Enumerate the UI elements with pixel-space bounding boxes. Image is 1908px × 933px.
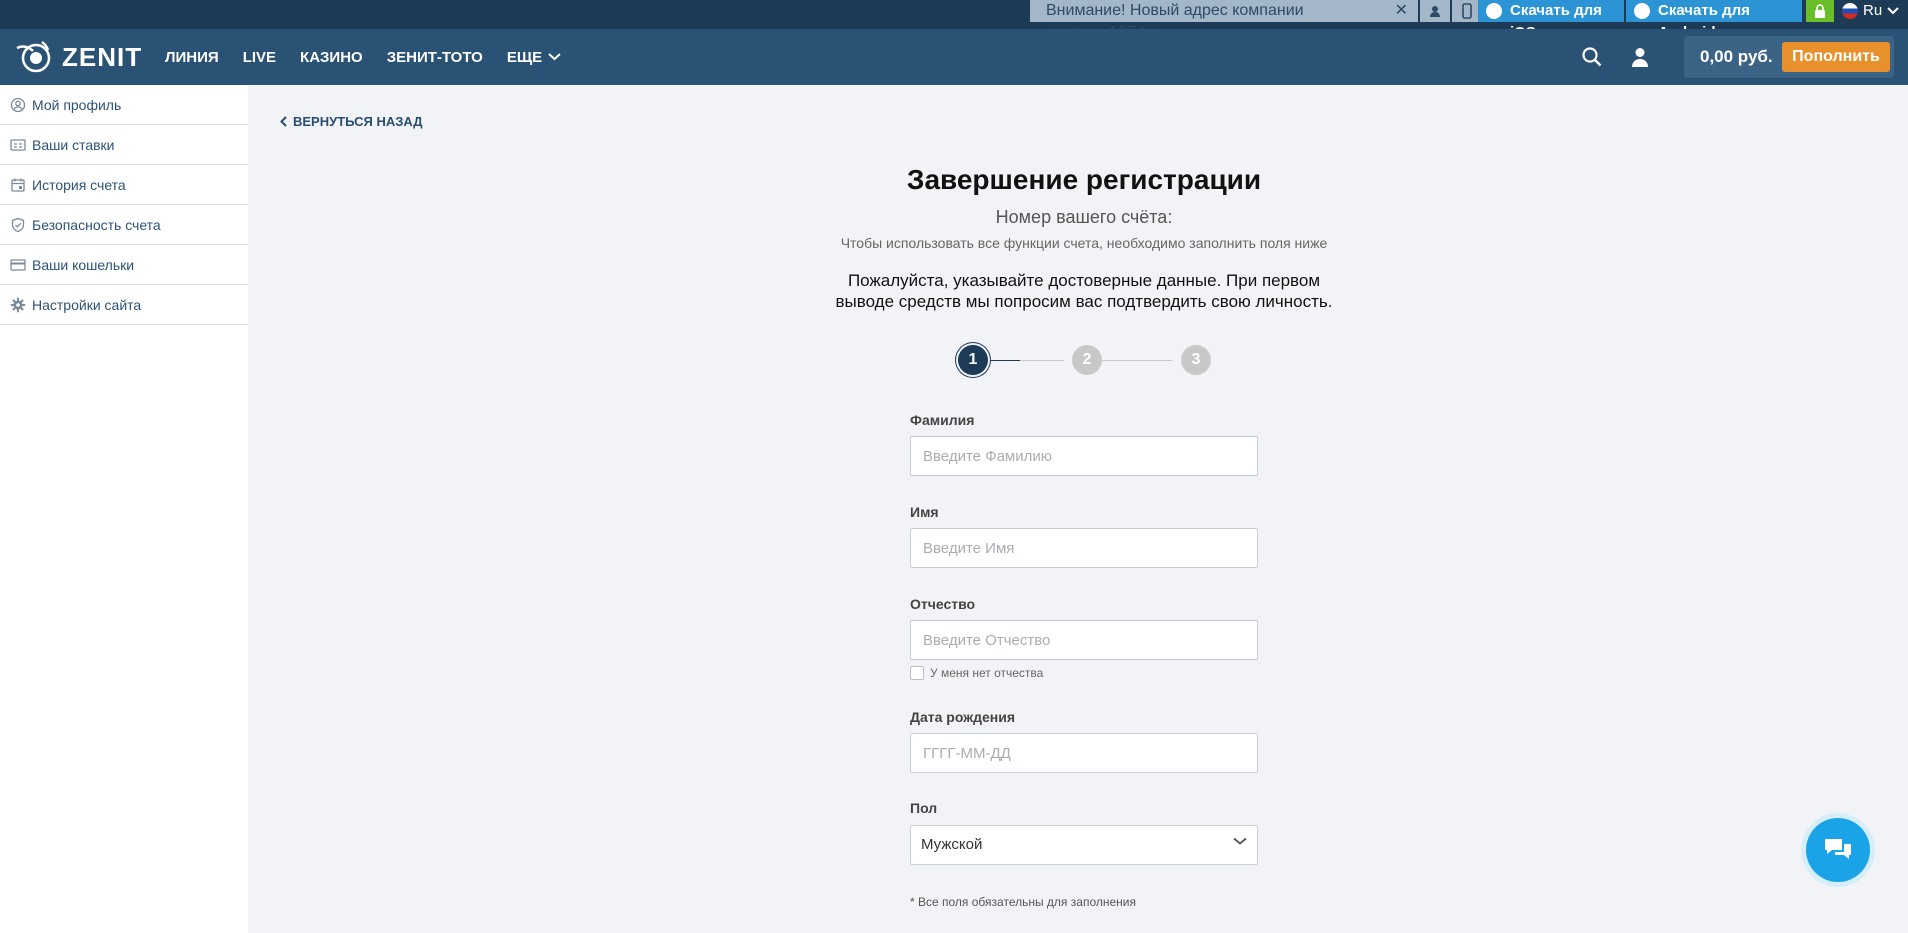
sidebar-item-label: История счета	[32, 176, 126, 193]
sidebar-item-label: Ваши ставки	[32, 136, 115, 153]
account-number-label: Номер вашего счёта:	[995, 207, 1173, 227]
sidebar-item-label: Ваши кошельки	[32, 256, 135, 273]
no-patronymic-label: У меня нет отчества	[930, 666, 1044, 680]
nav-live[interactable]: LIVE	[243, 49, 276, 66]
close-icon[interactable]: ✕	[1395, 0, 1408, 22]
shield-icon	[11, 217, 25, 232]
main-nav: ЛИНИЯ LIVE КАЗИНО ЗЕНИТ-ТОТО ЕЩЕ	[165, 29, 561, 85]
gender-select[interactable]: Мужской	[910, 825, 1258, 865]
no-patronymic-option[interactable]: У меня нет отчества	[910, 666, 1043, 680]
nav-zenit-toto[interactable]: ЗЕНИТ-ТОТО	[387, 49, 483, 66]
secure-lock-button[interactable]	[1806, 0, 1834, 22]
card-icon	[10, 258, 26, 271]
sidebar-item-label: Настройки сайта	[32, 296, 142, 313]
language-selector[interactable]: Ru	[1842, 0, 1899, 22]
search-icon[interactable]	[1580, 45, 1604, 69]
chevron-down-icon	[1887, 7, 1899, 15]
ticket-icon	[10, 138, 26, 151]
required-fields-note: * Все поля обязательны для заполнения	[910, 895, 1136, 909]
warning-text: Пожалуйста, указывайте достоверные данны…	[835, 271, 1333, 311]
profile-sidebar: Мой профиль Ваши ставки История счета Бе…	[0, 85, 248, 933]
phone-icon	[1462, 3, 1472, 19]
balance-panel: 0,00 руб. Пополнить	[1684, 36, 1894, 78]
zenit-ball-icon	[16, 40, 51, 73]
step-line	[1020, 360, 1064, 361]
registration-stepper: 1 2 3	[958, 345, 1212, 375]
birth-date-label: Дата рождения	[910, 709, 1016, 725]
sidebar-item-label: Мой профиль	[32, 96, 122, 113]
chevron-left-icon	[280, 116, 287, 127]
first-name-label: Имя	[910, 504, 939, 520]
sidebar-item-bets[interactable]: Ваши ставки	[0, 125, 248, 165]
verification-warning: Пожалуйста, указывайте достоверные данны…	[780, 270, 1388, 312]
sidebar-item-settings[interactable]: Настройки сайта	[0, 285, 248, 325]
sidebar-item-profile[interactable]: Мой профиль	[0, 85, 248, 125]
android-icon	[1634, 3, 1650, 19]
balance-amount: 0,00 руб.	[1700, 47, 1773, 66]
step-2: 2	[1072, 345, 1102, 375]
first-name-input[interactable]	[910, 528, 1258, 568]
step-1: 1	[958, 345, 988, 375]
back-link[interactable]: ВЕРНУТЬСЯ НАЗАД	[280, 114, 423, 129]
apple-icon	[1486, 3, 1502, 19]
gender-selected-value: Мужской	[921, 836, 983, 853]
language-code: Ru	[1863, 2, 1883, 19]
patronymic-label: Отчество	[910, 596, 976, 612]
support-agent-button[interactable]	[1420, 0, 1450, 22]
back-link-label: ВЕРНУТЬСЯ НАЗАД	[293, 114, 423, 129]
chevron-down-icon	[1233, 837, 1247, 845]
gender-label: Пол	[910, 800, 938, 816]
sidebar-item-label: Безопасность счета	[32, 216, 161, 233]
page-title: Завершение регистрации	[906, 164, 1262, 195]
download-ios-button[interactable]: Скачать для iOS	[1478, 0, 1624, 41]
lock-icon	[1815, 4, 1825, 18]
step-line	[1094, 360, 1172, 361]
russian-flag-icon	[1842, 3, 1858, 19]
step-line-progress	[988, 360, 1020, 361]
user-circle-icon	[10, 97, 26, 112]
sidebar-item-security[interactable]: Безопасность счета	[0, 205, 248, 245]
nav-more[interactable]: ЕЩЕ	[507, 49, 561, 66]
no-patronymic-checkbox[interactable]	[910, 666, 924, 680]
last-name-label: Фамилия	[910, 412, 975, 428]
nav-line[interactable]: ЛИНИЯ	[165, 49, 219, 66]
birth-date-input[interactable]	[910, 733, 1258, 773]
patronymic-input[interactable]	[910, 620, 1258, 660]
chat-bubbles-icon	[1825, 839, 1851, 859]
sidebar-item-wallets[interactable]: Ваши кошельки	[0, 245, 248, 285]
zenit-logo[interactable]: ZENIT	[14, 36, 142, 78]
announcement-bar: Внимание! Новый адрес компании zenitnow1…	[0, 0, 1908, 41]
chat-button[interactable]	[1806, 818, 1870, 882]
page-subtitle: Чтобы использовать все функции счета, не…	[840, 235, 1328, 251]
user-icon[interactable]	[1628, 45, 1652, 69]
support-agent-icon	[1430, 6, 1440, 17]
gear-icon	[10, 297, 26, 312]
last-name-input[interactable]	[910, 436, 1258, 476]
logo-text: ZENIT	[62, 41, 143, 72]
download-android-button[interactable]: Скачать для Android	[1626, 0, 1802, 41]
nav-more-label: ЕЩЕ	[506, 48, 543, 66]
calendar-icon	[11, 178, 25, 192]
topup-button[interactable]: Пополнить	[1782, 42, 1890, 72]
chevron-down-icon	[548, 53, 561, 61]
sidebar-item-history[interactable]: История счета	[0, 165, 248, 205]
nav-casino[interactable]: КАЗИНО	[300, 49, 363, 66]
address-notice[interactable]: Внимание! Новый адрес компании zenitnow1…	[1030, 0, 1418, 41]
main-header: ZENIT ЛИНИЯ LIVE КАЗИНО ЗЕНИТ-ТОТО ЕЩЕ 0…	[0, 29, 1908, 85]
step-3: 3	[1181, 345, 1211, 375]
